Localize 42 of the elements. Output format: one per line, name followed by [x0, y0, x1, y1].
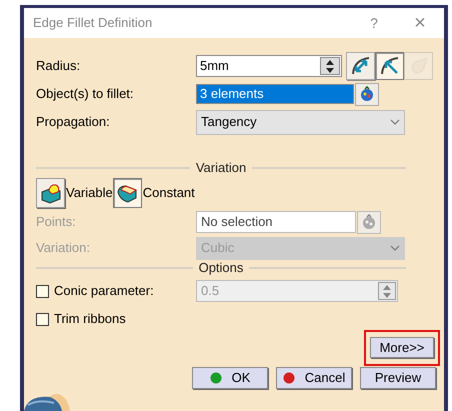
dialog-button[interactable]: Cancel — [276, 367, 352, 389]
spin-down-icon — [326, 68, 334, 72]
mode-button[interactable] — [346, 52, 375, 80]
dialog-button[interactable]: OK — [192, 367, 268, 389]
ball-icon — [361, 214, 377, 230]
close-button[interactable]: × — [410, 13, 430, 33]
window-title: Edge Fillet Definition — [33, 14, 154, 32]
mode-button[interactable] — [375, 52, 404, 80]
ball-icon — [359, 86, 375, 102]
propagation-dropdown[interactable]: Tangency — [196, 110, 405, 134]
status-dot-icon — [210, 372, 222, 384]
block-icon — [40, 182, 62, 204]
double-arrow-icon — [350, 55, 372, 77]
more-button[interactable]: More>> — [370, 337, 434, 358]
fillet-type-button[interactable] — [112, 178, 142, 208]
objects-label: Object(s) to fillet: — [36, 85, 135, 104]
spinner[interactable] — [320, 57, 340, 75]
section-title: Variation — [196, 159, 246, 178]
fillet-type-label: Variable — [66, 184, 113, 202]
fillet-type-label: Constant — [142, 184, 195, 202]
spin-up-icon — [326, 60, 334, 64]
trim-label: Trim ribbons — [54, 310, 126, 328]
checkbox[interactable] — [36, 312, 49, 326]
spin-up-icon — [383, 284, 391, 290]
section-title: Options — [198, 259, 244, 278]
help-button[interactable]: ? — [364, 12, 384, 34]
selection-button[interactable] — [355, 82, 379, 106]
conic-label: Conic parameter: — [54, 282, 154, 300]
propagation-label: Propagation: — [36, 113, 111, 132]
fillet-type-button[interactable] — [36, 178, 65, 208]
variation-label: Variation: — [36, 239, 91, 258]
dialog-button[interactable]: Preview — [360, 367, 436, 389]
chevron-down-icon — [390, 245, 400, 251]
status-dot-icon — [282, 372, 295, 384]
points-label: Points: — [36, 213, 77, 232]
spin-down-icon — [383, 292, 391, 298]
objects-field[interactable]: 3 elements — [196, 84, 354, 104]
globe-decoration — [24, 393, 70, 411]
radius-label: Radius: — [36, 57, 82, 76]
arrow-icon — [378, 55, 400, 77]
chevron-down-icon — [390, 119, 400, 125]
radius-field[interactable]: 5mm — [196, 55, 342, 77]
